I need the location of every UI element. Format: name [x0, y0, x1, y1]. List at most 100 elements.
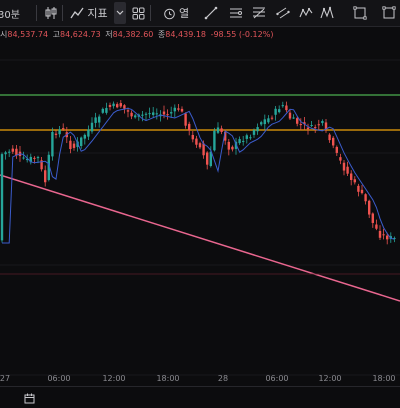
candle-body — [105, 107, 108, 113]
candle-body — [8, 151, 11, 153]
date-range-button[interactable] — [24, 389, 36, 404]
candle-body — [44, 170, 47, 183]
candle-body — [274, 108, 277, 115]
candle-body — [195, 138, 198, 145]
candle-body — [364, 194, 367, 202]
candle-body — [263, 119, 266, 125]
bottom-bar — [0, 386, 400, 404]
candle-body — [69, 140, 72, 150]
change-value: -98.55 (-0.12%) — [210, 30, 274, 39]
high-key: 고 — [52, 30, 61, 39]
candle-body — [267, 118, 270, 123]
candle-body — [353, 179, 356, 183]
candle-body — [216, 127, 220, 133]
time-tick-label: 12:00 — [318, 374, 341, 383]
time-tick-label: 27 — [0, 374, 10, 383]
candle-body — [314, 127, 317, 129]
candle-body — [357, 185, 360, 192]
candle-body — [80, 137, 83, 147]
time-tick-label: 12:00 — [102, 374, 125, 383]
candle-body — [285, 105, 288, 111]
candle-body — [130, 112, 133, 117]
candle-body — [335, 146, 338, 153]
candle-body — [166, 114, 169, 116]
candle-body — [299, 124, 302, 126]
candle-body — [317, 124, 320, 126]
candle-body — [4, 152, 7, 155]
candle-body — [72, 143, 76, 148]
candle-body — [342, 162, 346, 171]
candle-body — [350, 173, 353, 180]
candle-body — [51, 132, 54, 157]
price-chart[interactable]: 27 06:00 12:00 18:00 28 06:00 12:00 18:00 — [0, 0, 400, 400]
candle-body — [58, 129, 61, 135]
candle-body — [378, 230, 382, 238]
candle-body — [62, 128, 65, 130]
candle-body — [227, 141, 230, 150]
candle-body — [256, 127, 259, 132]
candle-body — [231, 146, 234, 150]
candle-body — [281, 105, 284, 107]
candle-body — [0, 154, 4, 241]
candle-body — [141, 114, 144, 116]
candle-body — [321, 120, 324, 124]
candle-body — [36, 157, 40, 159]
candle-body — [22, 157, 25, 159]
close-value: 84,439.18 — [165, 30, 207, 39]
candle-body — [101, 108, 104, 113]
time-tick-label: 18:00 — [372, 374, 395, 383]
candle-body — [310, 125, 313, 127]
high-value: 84,624.73 — [60, 30, 101, 39]
candle-body — [112, 103, 115, 107]
time-tick-label: 18:00 — [156, 374, 179, 383]
calendar-icon — [24, 393, 35, 404]
candle-body — [371, 213, 374, 223]
time-tick-label: 06:00 — [265, 374, 288, 383]
candle-body — [220, 128, 223, 132]
candles — [0, 100, 396, 245]
candle-body — [94, 117, 97, 123]
candle-body — [292, 117, 295, 119]
candle-body — [296, 118, 299, 124]
candle-body — [252, 130, 256, 135]
time-tick-label: 28 — [218, 374, 228, 383]
candle-body — [184, 113, 187, 126]
candle-body — [339, 157, 342, 161]
candle-body — [245, 135, 248, 139]
candle-body — [238, 139, 241, 144]
low-key: 저 — [105, 30, 113, 39]
candle-body — [360, 189, 364, 194]
candle-body — [198, 143, 202, 148]
trend-line — [0, 174, 400, 302]
candle-body — [126, 110, 130, 112]
candle-body — [328, 134, 331, 141]
candle-body — [202, 143, 205, 156]
candle-body — [54, 133, 58, 135]
candle-body — [173, 107, 176, 112]
ohlc-legend: 시84,537.74 고84,624.73 저84,382.60 종84,439… — [0, 28, 275, 42]
candle-body — [242, 140, 245, 142]
candle-body — [278, 109, 281, 113]
candle-body — [83, 134, 86, 139]
candle-body — [206, 152, 209, 165]
candle-body — [108, 105, 112, 107]
candle-body — [116, 104, 119, 108]
candle-body — [90, 122, 94, 132]
candle-body — [152, 112, 155, 115]
candle-body — [134, 115, 137, 118]
moving-average-line — [2, 107, 395, 244]
candle-body — [162, 111, 166, 115]
time-tick-label: 06:00 — [47, 374, 70, 383]
candle-body — [191, 134, 194, 140]
candle-body — [288, 112, 292, 119]
candle-body — [170, 112, 173, 114]
candle-body — [87, 129, 90, 137]
candle-body — [177, 108, 180, 110]
candle-body — [33, 157, 36, 159]
low-value: 84,382.60 — [112, 30, 154, 39]
candle-body — [188, 123, 191, 131]
candle-body — [306, 127, 310, 130]
candle-body — [332, 137, 335, 146]
candle-body — [144, 113, 148, 115]
candle-body — [148, 113, 151, 115]
